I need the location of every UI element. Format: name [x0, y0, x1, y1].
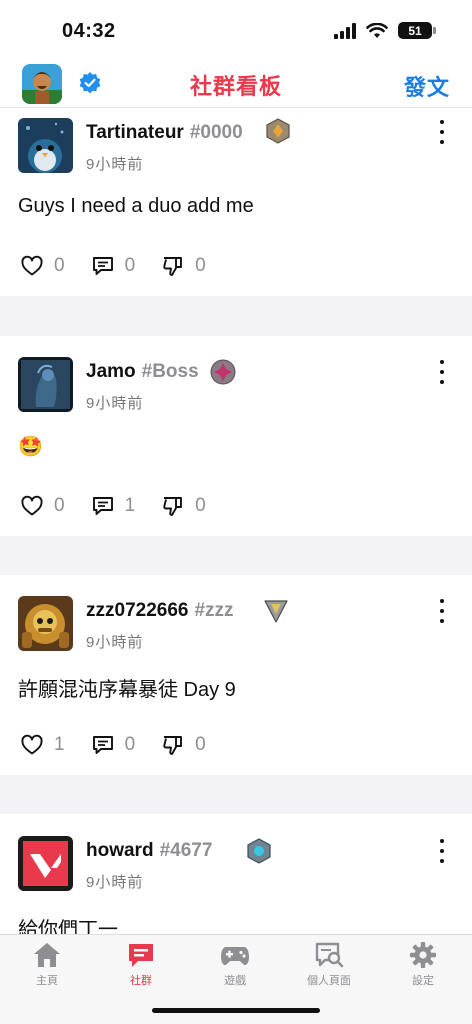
dislike-count: 0: [195, 255, 206, 276]
community-chat-icon: [129, 944, 153, 967]
dislike-button[interactable]: 0: [161, 254, 206, 278]
post-button[interactable]: 發文: [404, 70, 450, 102]
post-time: 9小時前: [86, 395, 144, 412]
home-icon: [34, 943, 60, 967]
tab-community-label: 社群: [130, 975, 152, 987]
tab-profile-label: 個人頁面: [307, 975, 351, 987]
comment-icon: [92, 736, 113, 754]
rank-badge-icon: [247, 838, 271, 864]
post-content: 許願混沌序幕暴徒 Day 9: [18, 679, 236, 701]
like-count: 1: [54, 734, 65, 755]
post-content: Guys I need a duo add me: [18, 195, 254, 217]
tab-games-label: 遊戲: [224, 975, 246, 987]
post-time: 9小時前: [86, 156, 144, 173]
tab-settings[interactable]: 設定: [376, 941, 470, 988]
gamepad-icon: [221, 947, 249, 965]
tab-games[interactable]: 遊戲: [188, 941, 282, 988]
post-username[interactable]: zzz0722666 #zzz: [86, 600, 234, 622]
thumbs-down-icon: [163, 497, 183, 516]
post-card: howard #4677 9小時前 給你們丁一: [0, 814, 472, 944]
tab-community[interactable]: 社群: [94, 941, 188, 988]
status-bar: 04:32 51: [0, 0, 472, 58]
user-avatar[interactable]: [18, 357, 73, 412]
tab-settings-label: 設定: [412, 975, 434, 987]
rank-badge-icon: [210, 359, 236, 385]
profile-search-icon: [315, 942, 344, 968]
post-actions: 1 0 0: [20, 733, 232, 757]
post-username[interactable]: Tartinateur #0000: [86, 122, 243, 144]
post-card: zzz0722666 #zzz 9小時前 許願混沌序幕暴徒 Day 9 1 0 0: [0, 575, 472, 775]
heart-icon: [21, 255, 43, 276]
post-time: 9小時前: [86, 874, 144, 891]
user-avatar[interactable]: [18, 596, 73, 651]
heart-icon: [21, 495, 43, 516]
comment-button[interactable]: 1: [91, 494, 136, 518]
thumbs-down-icon: [163, 736, 183, 755]
like-count: 0: [54, 495, 65, 516]
comment-icon: [92, 497, 113, 515]
dislike-button[interactable]: 0: [161, 494, 206, 518]
more-options-icon[interactable]: [438, 839, 446, 863]
wifi-icon: [366, 22, 388, 38]
dislike-count: 0: [195, 495, 206, 516]
tab-home[interactable]: 主頁: [0, 941, 94, 988]
comment-count: 0: [124, 734, 136, 755]
rank-badge-icon: [264, 600, 288, 623]
more-options-icon[interactable]: [438, 360, 446, 384]
user-avatar[interactable]: [18, 836, 73, 891]
post-actions: 0 1 0: [20, 494, 232, 518]
status-time: 04:32: [62, 20, 116, 42]
gear-icon: [410, 942, 436, 968]
post-card: Jamo #Boss 9小時前 🤩 0 1 0: [0, 336, 472, 536]
tab-home-label: 主頁: [36, 975, 58, 987]
like-button[interactable]: 0: [20, 254, 65, 278]
dislike-count: 0: [195, 734, 206, 755]
like-button[interactable]: 1: [20, 733, 65, 757]
dislike-button[interactable]: 0: [161, 733, 206, 757]
post-username[interactable]: howard #4677: [86, 840, 212, 862]
comment-button[interactable]: 0: [91, 254, 136, 278]
like-button[interactable]: 0: [20, 494, 65, 518]
thumbs-down-icon: [163, 257, 183, 276]
home-indicator: [152, 1008, 320, 1013]
battery-icon: 51: [398, 22, 436, 39]
more-options-icon[interactable]: [438, 599, 446, 623]
page-title: 社群看板: [189, 74, 282, 99]
comment-icon: [92, 257, 113, 275]
tab-profile[interactable]: 個人頁面: [282, 941, 376, 988]
post-username[interactable]: Jamo #Boss: [86, 361, 199, 383]
comment-count: 1: [124, 495, 136, 516]
cellular-signal-icon: [334, 22, 356, 39]
heart-icon: [21, 734, 43, 755]
comment-button[interactable]: 0: [91, 733, 136, 757]
rank-badge-icon: [266, 118, 290, 144]
status-icons: 51: [334, 22, 436, 39]
nav-bar: 社群看板 發文: [0, 58, 472, 108]
post-card: Tartinateur #0000 9小時前 Guys I need a duo …: [0, 108, 472, 296]
like-count: 0: [54, 255, 65, 276]
post-content: 🤩: [18, 436, 43, 458]
user-avatar[interactable]: [18, 118, 73, 173]
more-options-icon[interactable]: [438, 120, 446, 144]
comment-count: 0: [124, 255, 136, 276]
post-actions: 0 0 0: [20, 254, 232, 278]
post-time: 9小時前: [86, 634, 144, 651]
